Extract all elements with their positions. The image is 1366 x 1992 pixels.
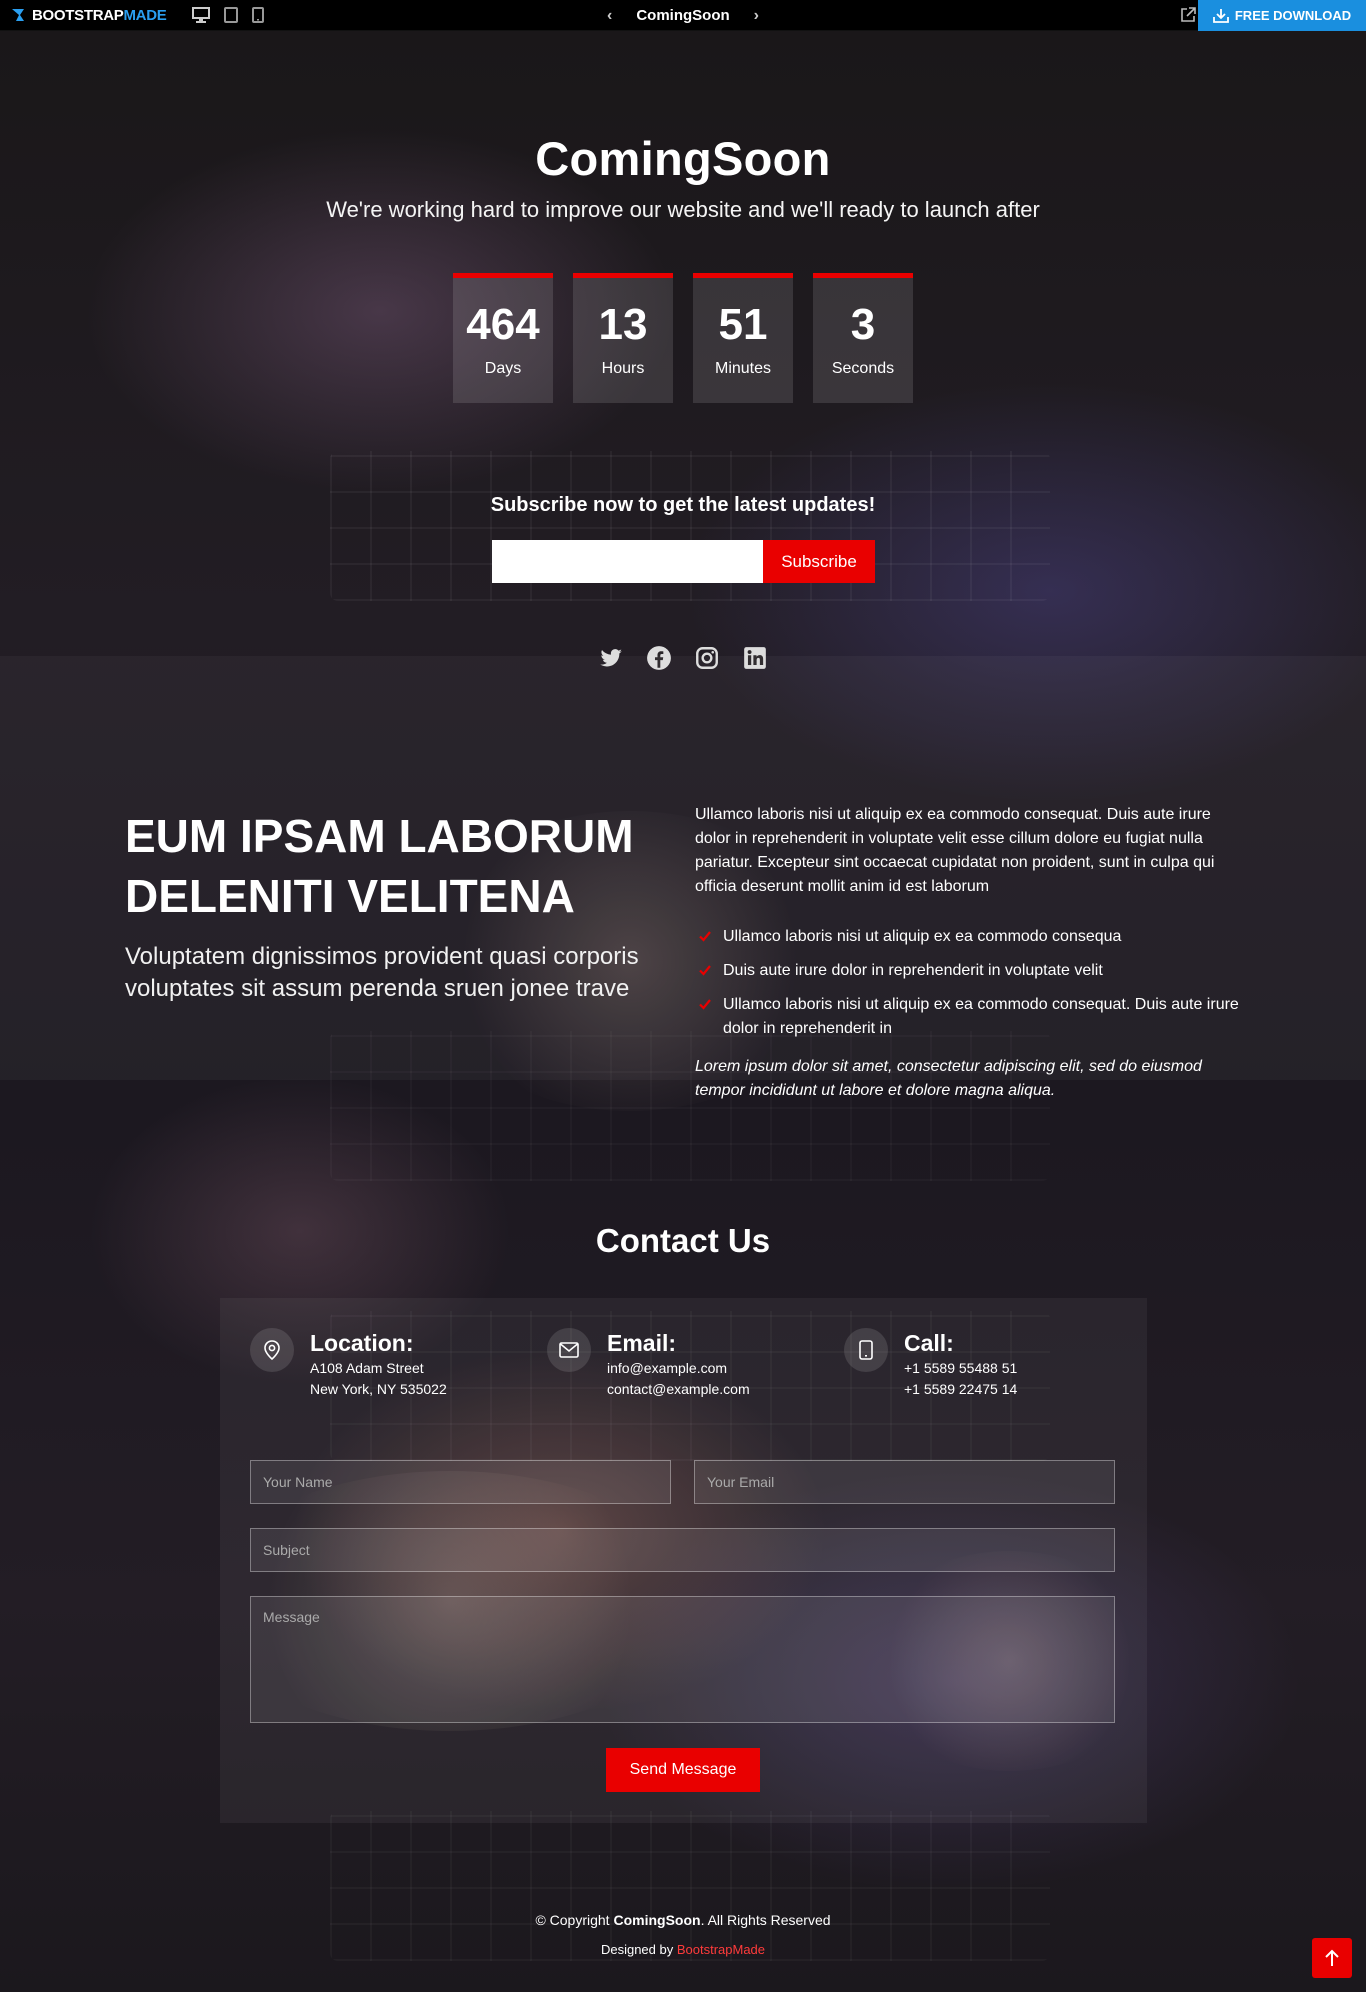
brand-text-primary: BOOTSTRAP	[32, 6, 124, 24]
list-item-text: Ullamco laboris nisi ut aliquip ex ea co…	[723, 996, 1239, 1037]
email-field[interactable]	[694, 1460, 1115, 1504]
email-heading: Email:	[607, 1330, 677, 1356]
countdown: 464 Days 13 Hours 51 Minutes 3 Seconds	[453, 273, 913, 403]
about-paragraph: Ullamco laboris nisi ut aliquip ex ea co…	[695, 806, 1215, 895]
send-message-button[interactable]: Send Message	[606, 1748, 760, 1792]
countdown-hours: 13 Hours	[573, 273, 673, 403]
copyright-prefix: © Copyright	[535, 1912, 614, 1928]
copyright-brand: ComingSoon	[613, 1912, 701, 1928]
mobile-icon[interactable]	[252, 7, 265, 23]
call-heading: Call:	[904, 1330, 954, 1356]
tablet-icon[interactable]	[224, 7, 239, 23]
location-line: A108 Adam Street	[310, 1360, 424, 1376]
email-line[interactable]: contact@example.com	[607, 1379, 750, 1400]
copyright-suffix: . All Rights Reserved	[700, 1912, 831, 1928]
external-link-icon[interactable]	[1180, 7, 1196, 23]
bootstrapmade-logo[interactable]: BOOTSTRAP MADE	[10, 6, 167, 24]
countdown-value: 51	[718, 300, 768, 349]
countdown-label: Hours	[601, 360, 645, 377]
map-pin-icon	[250, 1328, 294, 1372]
countdown-days: 464 Days	[453, 273, 553, 403]
check-icon	[699, 999, 711, 1010]
hero-section: ComingSoon We're working hard to improve…	[0, 31, 1366, 670]
about-title-line: EUM IPSAM LABORUM	[125, 810, 634, 862]
envelope-icon	[547, 1328, 591, 1372]
template-name: ComingSoon	[636, 7, 730, 24]
device-switcher	[192, 7, 265, 23]
about-content: Ullamco laboris nisi ut aliquip ex ea co…	[695, 803, 1245, 1103]
list-item: Duis aute irure dolor in reprehenderit i…	[695, 959, 1245, 983]
logo-icon	[12, 9, 24, 21]
list-item-text: Ullamco laboris nisi ut aliquip ex ea co…	[723, 928, 1122, 945]
footer-copyright: © Copyright ComingSoon. All Rights Reser…	[0, 1912, 1366, 1928]
credits-prefix: Designed by	[600, 1942, 677, 1957]
download-label: FREE DOWNLOAD	[1234, 8, 1352, 23]
phone-line[interactable]: +1 5589 22475 14	[904, 1379, 1017, 1400]
countdown-label: Minutes	[714, 360, 772, 377]
phone-line[interactable]: +1 5589 55488 51	[904, 1358, 1017, 1379]
about-title: EUM IPSAM LABORUM DELENITI VELITENA	[125, 806, 685, 926]
hero-subtitle: We're working hard to improve our websit…	[326, 197, 1040, 222]
countdown-seconds: 3 Seconds	[813, 273, 913, 403]
about-checklist: Ullamco laboris nisi ut aliquip ex ea co…	[695, 925, 1245, 1041]
brand-text-accent: MADE	[123, 6, 167, 24]
name-field[interactable]	[250, 1460, 671, 1504]
location-line: New York, NY 535022	[310, 1381, 447, 1397]
download-icon	[1212, 9, 1229, 23]
countdown-value: 13	[598, 300, 648, 349]
back-to-top-button[interactable]	[1312, 1938, 1352, 1978]
next-template-arrow[interactable]: ›	[754, 7, 759, 25]
check-icon	[699, 965, 711, 976]
contact-title: Contact Us	[595, 1222, 771, 1259]
countdown-label: Seconds	[831, 360, 895, 377]
countdown-minutes: 51 Minutes	[693, 273, 793, 403]
location-heading: Location:	[310, 1330, 414, 1356]
about-section: EUM IPSAM LABORUM DELENITI VELITENA Volu…	[0, 656, 1366, 1099]
countdown-value: 3	[850, 300, 876, 349]
about-title-line: DELENITI VELITENA	[125, 870, 575, 922]
preview-topbar: BOOTSTRAP MADE ‹ ComingSoon › FREE DOWNLO…	[0, 0, 1366, 31]
message-field[interactable]	[250, 1596, 1115, 1723]
arrow-up-icon	[1325, 1949, 1339, 1966]
bootstrapmade-link[interactable]: BootstrapMade	[677, 1942, 765, 1957]
subscribe-title: Subscribe now to get the latest updates!	[490, 494, 876, 516]
call-text: Call: +1 5589 55488 51 +1 5589 22475 14	[904, 1328, 1017, 1400]
hero-title: ComingSoon	[535, 132, 831, 185]
email-line[interactable]: info@example.com	[607, 1358, 750, 1379]
template-navigator: ‹ ComingSoon ›	[607, 0, 759, 31]
subscribe-button[interactable]: Subscribe	[763, 540, 875, 583]
list-item-text: Duis aute irure dolor in reprehenderit i…	[723, 962, 1103, 979]
phone-icon	[844, 1328, 888, 1372]
about-italic-note: Lorem ipsum dolor sit amet, consectetur …	[695, 1058, 1202, 1099]
footer-credits: Designed by BootstrapMade	[0, 1942, 1366, 1957]
email-text: Email: info@example.com contact@example.…	[607, 1328, 750, 1400]
about-lead: Voluptatem dignissimos provident quasi c…	[125, 943, 639, 1002]
desktop-icon[interactable]	[192, 7, 211, 23]
subject-field[interactable]	[250, 1528, 1115, 1572]
keyboard-decoration	[330, 1811, 1050, 1961]
location-text: Location: A108 Adam Street New York, NY …	[310, 1328, 447, 1400]
contact-box: Location: A108 Adam Street New York, NY …	[220, 1298, 1147, 1823]
list-item: Ullamco laboris nisi ut aliquip ex ea co…	[695, 925, 1245, 949]
subscribe-form: Subscribe	[492, 540, 875, 583]
prev-template-arrow[interactable]: ‹	[607, 7, 612, 25]
free-download-button[interactable]: FREE DOWNLOAD	[1198, 0, 1366, 31]
countdown-label: Days	[484, 360, 522, 377]
countdown-value: 464	[466, 300, 540, 349]
list-item: Ullamco laboris nisi ut aliquip ex ea co…	[695, 993, 1245, 1041]
subscribe-email-input[interactable]	[492, 540, 763, 583]
check-icon	[699, 931, 711, 942]
